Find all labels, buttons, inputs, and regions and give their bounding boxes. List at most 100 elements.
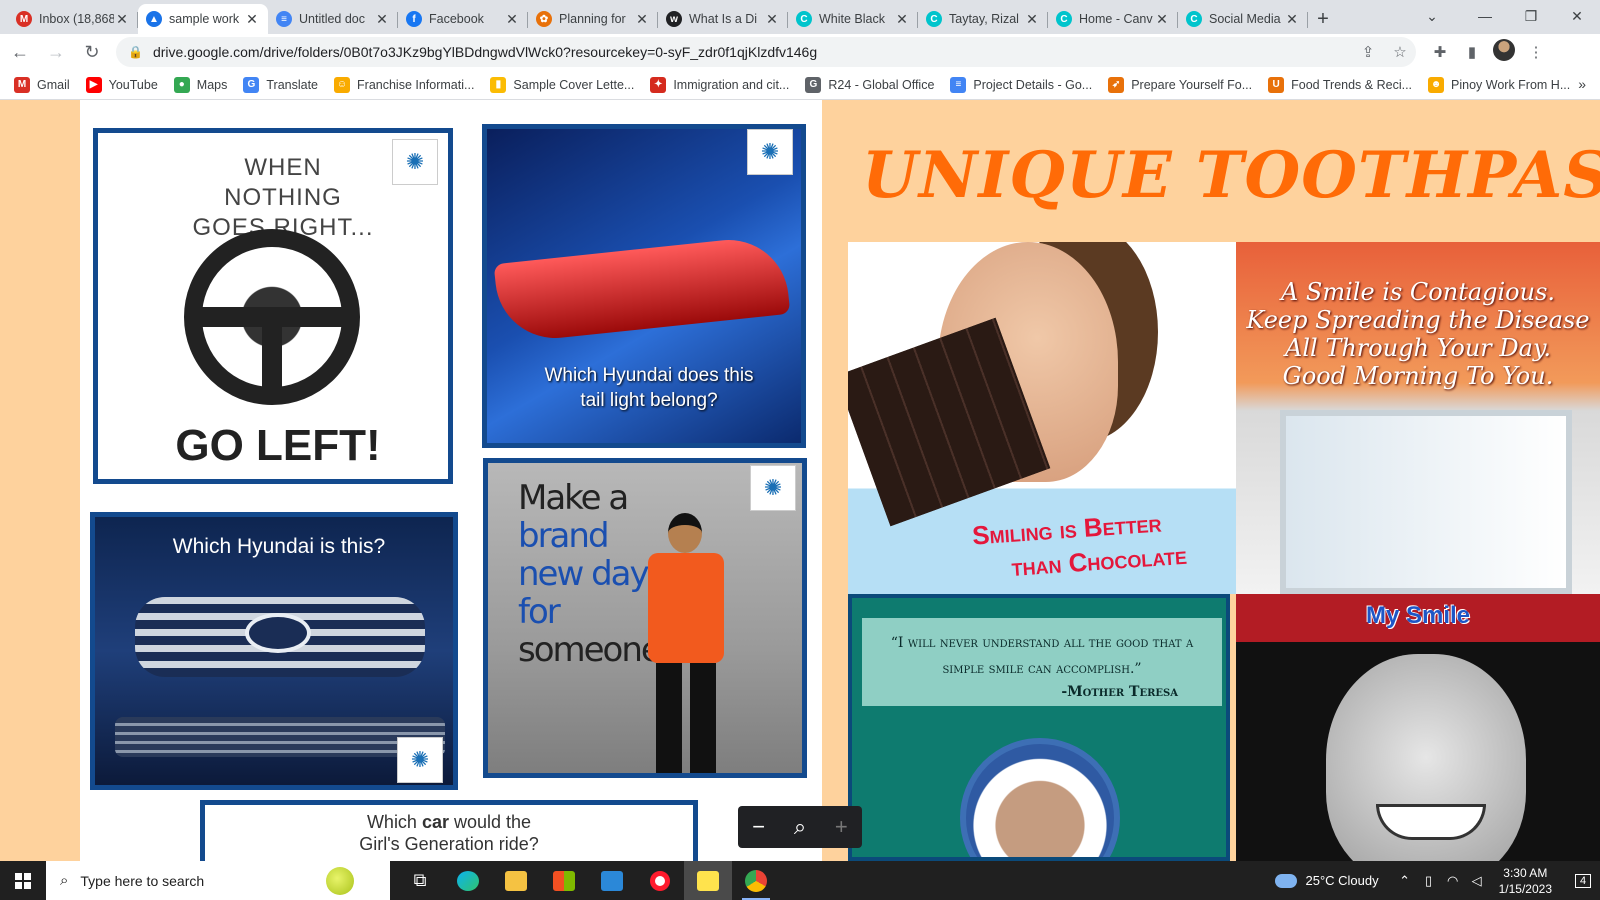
menu-icon[interactable]: ⋮	[1520, 43, 1552, 61]
chrome-icon[interactable]	[732, 861, 780, 900]
close-tab-icon[interactable]: ✕	[504, 11, 520, 28]
search-icon: ⌕	[60, 872, 69, 889]
rocket-icon: ➶	[1108, 76, 1125, 93]
taskbar-search[interactable]: ⌕ Type here to search	[46, 861, 390, 900]
speaker-icon[interactable]: ◁	[1465, 873, 1489, 889]
quote-box: “I will never understand all the good th…	[862, 618, 1222, 706]
zoom-icon[interactable]: ⌕	[780, 814, 820, 840]
tab-9[interactable]: C Social Media ✕	[1178, 4, 1308, 34]
battery-icon[interactable]: ▯	[1417, 873, 1441, 889]
close-tab-icon[interactable]: ✕	[114, 11, 130, 28]
bookmark-5[interactable]: ▮ Sample Cover Lette...	[490, 76, 634, 93]
bookmark-0[interactable]: M Gmail	[14, 76, 70, 93]
close-tab-icon[interactable]: ✕	[764, 11, 780, 28]
windows-taskbar: ⌕ Type here to search ⧉ 25°C Cloudy ⌃ ▯ …	[0, 861, 1600, 900]
tab-8[interactable]: C Home - Canv ✕	[1048, 4, 1178, 34]
tab-5[interactable]: w What Is a Di ✕	[658, 4, 788, 34]
tab-0[interactable]: M Inbox (18,868) ✕	[8, 4, 138, 34]
share-icon[interactable]: ⇪	[1352, 43, 1384, 61]
tab-search-icon[interactable]: ⌄	[1414, 0, 1450, 32]
card-title: My Smile	[1365, 602, 1471, 629]
traffic-officer-image	[628, 513, 738, 773]
minimize-icon[interactable]: —	[1462, 0, 1508, 32]
quote-line: Good Morning To You.	[1282, 362, 1554, 390]
back-icon[interactable]: ←	[4, 36, 36, 68]
planning-icon: ✿	[536, 11, 552, 27]
tab-2[interactable]: ≡ Untitled doc ✕	[268, 4, 398, 34]
close-tab-icon[interactable]: ✕	[1284, 11, 1300, 28]
close-tab-icon[interactable]: ✕	[1154, 11, 1170, 28]
opera-icon[interactable]	[636, 861, 684, 900]
close-tab-icon[interactable]: ✕	[1024, 11, 1040, 28]
food-icon: U	[1268, 76, 1285, 93]
clock[interactable]: 3:30 AM 1/15/2023	[1499, 865, 1552, 897]
chevron-up-icon[interactable]: ⌃	[1393, 873, 1417, 889]
close-tab-icon[interactable]: ✕	[634, 11, 650, 28]
microsoft-store-icon[interactable]	[540, 861, 588, 900]
card-caption: Which Hyundai does this tail light belon…	[544, 365, 754, 411]
caption-part: Girl's Generation ride?	[359, 834, 539, 854]
forward-icon[interactable]: →	[40, 36, 72, 68]
tab-4[interactable]: ✿ Planning for ✕	[528, 4, 658, 34]
tab-3[interactable]: f Facebook ✕	[398, 4, 528, 34]
card-good-morning: A Smile is Contagious. Keep Spreading th…	[1236, 242, 1600, 594]
card-chocolate: Smiling is Better than Chocolate	[848, 242, 1236, 594]
restore-icon[interactable]: ❐	[1508, 0, 1554, 32]
card-quote: A Smile is Contagious. Keep Spreading th…	[1236, 278, 1600, 390]
bookmark-star-icon[interactable]: ☆	[1384, 43, 1416, 61]
zoom-in-icon[interactable]: +	[821, 814, 861, 840]
tab-6[interactable]: C White Black ✕	[788, 4, 918, 34]
card-slogan: Smiling is Better than Chocolate	[906, 501, 1230, 591]
maple-leaf-icon: ✦	[650, 76, 667, 93]
reload-icon[interactable]: ↻	[76, 36, 108, 68]
bookmark-2[interactable]: ● Maps	[173, 76, 227, 93]
bookmark-label: R24 - Global Office	[828, 77, 935, 92]
bookmark-9[interactable]: ➶ Prepare Yourself Fo...	[1108, 76, 1252, 93]
tab-list: M Inbox (18,868) ✕ ▲ sample work ✕ ≡ Untitled d…	[0, 4, 1308, 34]
close-tab-icon[interactable]: ✕	[894, 11, 910, 28]
bookmark-10[interactable]: U Food Trends & Reci...	[1268, 76, 1412, 93]
bookmark-1[interactable]: ▶ YouTube	[85, 76, 158, 93]
notification-center-icon[interactable]: 4	[1566, 861, 1600, 900]
address-bar[interactable]: 🔒 drive.google.com/drive/folders/0B0t7o3…	[116, 37, 1416, 67]
bookmark-label: Gmail	[37, 77, 70, 92]
more-bookmarks-icon[interactable]: »	[1578, 76, 1586, 92]
bookmark-4[interactable]: ☺ Franchise Informati...	[334, 76, 474, 93]
mail-icon[interactable]	[588, 861, 636, 900]
task-view-icon[interactable]: ⧉	[396, 861, 444, 900]
bookmarks-bar: M Gmail ▶ YouTube ● Maps G Translate ☺ Franchise …	[0, 70, 1600, 100]
mirror-photo	[1280, 410, 1572, 594]
profile-avatar[interactable]	[1488, 39, 1520, 65]
bookmark-3[interactable]: G Translate	[243, 76, 318, 93]
url-text[interactable]: drive.google.com/drive/folders/0B0t7o3JK…	[153, 44, 1352, 60]
mother-teresa-portrait	[960, 738, 1120, 857]
hyundai-logo-icon: ✺	[392, 139, 438, 185]
extensions-icon[interactable]: ✚	[1424, 43, 1456, 61]
close-tab-icon[interactable]: ✕	[374, 11, 390, 28]
bookmark-11[interactable]: ☻ Pinoy Work From H...	[1428, 76, 1571, 93]
franchise-icon: ☺	[334, 76, 351, 93]
zoom-out-icon[interactable]: −	[739, 814, 779, 840]
bookmark-label: Pinoy Work From H...	[1451, 77, 1571, 92]
lock-icon[interactable]: 🔒	[128, 45, 143, 59]
bookmark-label: YouTube	[108, 77, 158, 92]
hyundai-badge-icon	[245, 613, 311, 653]
new-tab-button[interactable]: +	[1308, 4, 1338, 34]
facebook-icon: f	[406, 11, 422, 27]
tab-7[interactable]: C Taytay, Rizal ✕	[918, 4, 1048, 34]
close-tab-icon[interactable]: ✕	[244, 11, 260, 28]
start-button[interactable]	[0, 861, 46, 900]
edge-icon[interactable]	[444, 861, 492, 900]
weather-widget[interactable]: 25°C Cloudy	[1275, 873, 1379, 888]
sticky-notes-icon[interactable]	[684, 861, 732, 900]
close-window-icon[interactable]: ✕	[1554, 0, 1600, 32]
bookmark-6[interactable]: ✦ Immigration and cit...	[650, 76, 789, 93]
file-explorer-icon[interactable]	[492, 861, 540, 900]
tab-1[interactable]: ▲ sample work ✕	[138, 4, 268, 34]
side-panel-icon[interactable]: ▮	[1456, 43, 1488, 61]
bookmark-7[interactable]: G R24 - Global Office	[805, 76, 935, 93]
google-forms-icon: ≡	[950, 76, 967, 93]
wifi-icon[interactable]: ◠	[1441, 873, 1465, 889]
bookmark-8[interactable]: ≡ Project Details - Go...	[950, 76, 1092, 93]
bookmark-list: M Gmail ▶ YouTube ● Maps G Translate ☺ Franchise …	[14, 76, 1586, 93]
